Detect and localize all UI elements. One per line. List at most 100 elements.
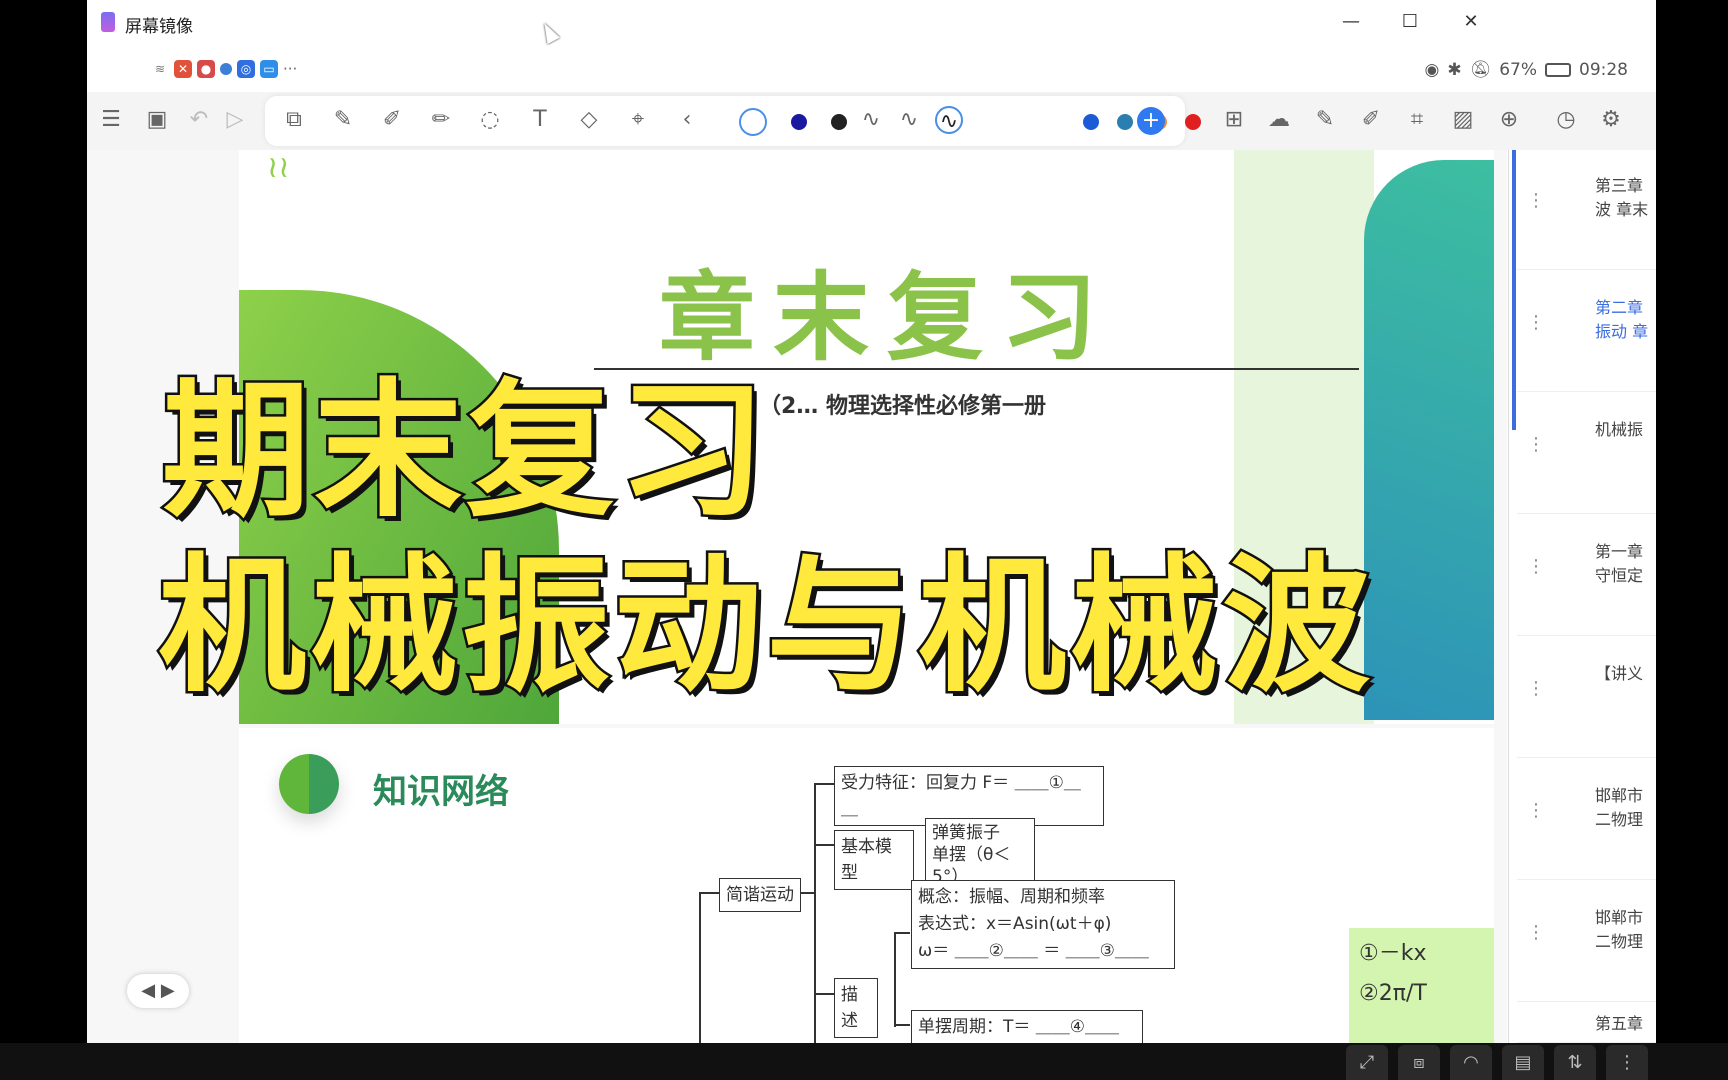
layout-icon[interactable]: ⧉ — [280, 106, 308, 134]
grid-icon[interactable]: ⊞ — [1220, 106, 1248, 134]
pencil-icon[interactable]: ✎ — [1311, 106, 1339, 134]
eye-icon: ◉ — [1424, 60, 1440, 80]
node-describe-group: 概念：振幅、周期和频率 表达式：x＝Asin(ωt＋φ) ω＝ ＿＿②＿＿ ＝ … — [911, 880, 1175, 969]
text-icon[interactable]: T — [526, 106, 554, 134]
device-icon[interactable]: ⧈ — [1398, 1045, 1440, 1080]
audio-icon[interactable]: ◠ — [1450, 1045, 1492, 1080]
pointer-icon[interactable]: ⌖ — [624, 106, 652, 134]
file-icon[interactable]: ▣ — [143, 106, 171, 134]
settings-icon[interactable]: ⚙ — [1597, 106, 1625, 134]
tree-line — [699, 892, 701, 1043]
prev-page-icon[interactable]: ◀ — [141, 980, 155, 1001]
more-icon[interactable]: ⋮ — [1606, 1045, 1648, 1080]
lasso-icon[interactable]: ◌ — [476, 106, 504, 134]
page-list-item[interactable]: ⋮ 邯郸市 二物理 — [1517, 760, 1656, 880]
drag-handle-icon[interactable]: ⋮ — [1527, 312, 1545, 333]
section-title: 知识网络 — [373, 772, 509, 812]
keyboard-icon[interactable]: ▤ — [1502, 1045, 1544, 1080]
document-canvas[interactable]: ≀≀ 章末复习 （2… 物理选择性必修第一册 知识网络 受力特征：回复力 F＝ — [87, 150, 1507, 1043]
tree-line — [894, 1024, 910, 1026]
eraser-icon[interactable]: ✐ — [1357, 106, 1385, 134]
page-list-item[interactable]: ⋮ 邯郸市 二物理 — [1517, 882, 1656, 1002]
wave-medium-icon[interactable]: ∿ — [895, 106, 923, 134]
page-list-item[interactable]: ⋮ 机械振 — [1517, 394, 1656, 514]
marker-icon[interactable]: ✐ — [378, 106, 406, 134]
slide-title: 章末复习 — [659, 261, 1115, 374]
color-swatch-3[interactable] — [1083, 114, 1099, 130]
answer-panel: ①－kx ②2π/T — [1349, 928, 1494, 1043]
shape-icon[interactable]: ◇ — [575, 106, 603, 134]
color-white-swatch[interactable] — [739, 108, 767, 136]
page-list-label: 邯郸市 二物理 — [1595, 908, 1644, 951]
node-force: 受力特征：回复力 F＝ ＿＿①＿＿ — [834, 766, 1104, 826]
host-taskbar: ⤢ ⧈ ◠ ▤ ⇅ ⋮ — [0, 1043, 1728, 1080]
page-list-item[interactable]: ⋮ 第二章 振动 章 — [1517, 272, 1656, 392]
wave-thin-icon[interactable]: ∿ — [857, 106, 885, 134]
clock-icon[interactable]: ◷ — [1552, 106, 1580, 134]
image-icon[interactable]: ▨ — [1449, 106, 1477, 134]
add-page-icon[interactable]: ⊕ — [1495, 106, 1523, 134]
app-notify-icon: ● — [197, 60, 215, 78]
decor-teal-shape — [1364, 160, 1494, 720]
add-color-icon[interactable]: + — [1137, 107, 1165, 135]
app-title: 屏幕镜像 — [125, 17, 193, 37]
redo-icon[interactable]: ▷ — [221, 106, 249, 134]
app-icon — [101, 12, 115, 32]
maximize-button[interactable]: ☐ — [1392, 8, 1428, 36]
page-list-item[interactable]: ⋮ 第一章 守恒定 — [1517, 516, 1656, 636]
expand-icon[interactable]: ⤢ — [1346, 1045, 1388, 1080]
highlighter-icon[interactable]: ✏ — [427, 106, 455, 134]
color-swatch-4[interactable] — [1117, 114, 1133, 130]
app-notify-icon: ▭ — [260, 60, 278, 78]
color-swatch-1[interactable] — [791, 114, 807, 130]
page-list-label: 第五章 — [1595, 1014, 1644, 1033]
drag-handle-icon[interactable]: ⋮ — [1527, 556, 1545, 577]
next-page-icon[interactable]: ▶ — [161, 980, 175, 1001]
sidebar-scroll-indicator[interactable] — [1512, 150, 1516, 430]
notification-icons: ≋ ✕ ● ◎ ▭ ··· — [151, 60, 297, 78]
page-list-item[interactable]: 第五章 — [1517, 1004, 1656, 1043]
app-notify-icon — [220, 63, 232, 75]
drag-handle-icon[interactable]: ⋮ — [1527, 800, 1545, 821]
color-swatch-6[interactable] — [1185, 114, 1201, 130]
annotation-toolbar: ☰ ▣ ↶ ▷ ⧉ ✎ ✐ ✏ ◌ T ◇ ⌖ ‹ ∿ ∿ ∿ + ⊞ ☁ ✎ … — [87, 92, 1656, 150]
tree-line — [894, 932, 896, 1027]
page-nav-buttons[interactable]: ◀ ▶ — [127, 974, 189, 1008]
minimize-button[interactable]: — — [1333, 8, 1369, 36]
close-button[interactable]: ✕ — [1453, 8, 1489, 36]
crop-icon[interactable]: ⌗ — [1403, 106, 1431, 134]
decor-wave-icon: ≀≀ — [267, 150, 290, 185]
menu-icon[interactable]: ☰ — [97, 106, 125, 134]
drag-handle-icon[interactable]: ⋮ — [1527, 922, 1545, 943]
tree-line — [699, 892, 719, 894]
cloud-icon[interactable]: ☁ — [1265, 106, 1293, 134]
status-bar: ≋ ✕ ● ◎ ▭ ··· ◉ ✱ 🔕︎ 67% 09:28 — [87, 48, 1656, 92]
slide-subtitle: （2… 物理选择性必修第一册 — [759, 394, 1046, 419]
wave-thick-icon[interactable]: ∿ — [935, 106, 963, 134]
slide-knowledge-network: 知识网络 受力特征：回复力 F＝ ＿＿①＿＿ 基本模型 弹簧振子 单摆（θ＜5°… — [239, 728, 1494, 1043]
system-status: ◉ ✱ 🔕︎ 67% 09:28 — [1425, 60, 1628, 80]
node-omega: ω＝ ＿＿②＿＿ ＝ ＿＿③＿＿ — [918, 941, 1149, 961]
wifi-icon: ≋ — [154, 62, 166, 76]
undo-icon[interactable]: ↶ — [185, 106, 213, 134]
battery-icon — [1545, 63, 1571, 77]
pen-icon[interactable]: ✎ — [329, 106, 357, 134]
page-list-item[interactable]: ⋮ 第三章 波 章末 — [1517, 150, 1656, 270]
screen-mirror-window: 屏幕镜像 — ☐ ✕ ≋ ✕ ● ◎ ▭ ··· ◉ ✱ 🔕︎ 67% 09:2… — [87, 0, 1656, 1043]
color-swatch-2[interactable] — [831, 114, 847, 130]
node-expression: 表达式：x＝Asin(ωt＋φ) — [918, 914, 1112, 934]
decor-green-shape — [239, 290, 559, 724]
tree-line — [814, 783, 816, 1043]
page-list-item[interactable]: ⋮ 【讲义 — [1517, 638, 1656, 758]
tree-line — [814, 783, 834, 785]
back-icon[interactable]: ‹ — [673, 106, 701, 134]
drag-handle-icon[interactable]: ⋮ — [1527, 678, 1545, 699]
drag-handle-icon[interactable]: ⋮ — [1527, 190, 1545, 211]
drag-handle-icon[interactable]: ⋮ — [1527, 434, 1545, 455]
answer-2: ②2π/T — [1359, 981, 1427, 1006]
title-divider — [594, 368, 1359, 370]
transfer-icon[interactable]: ⇅ — [1554, 1045, 1596, 1080]
app-notify-icon: ◎ — [237, 60, 255, 78]
mute-icon: 🔕︎ — [1469, 60, 1492, 80]
answer-1: ①－kx — [1359, 941, 1427, 966]
